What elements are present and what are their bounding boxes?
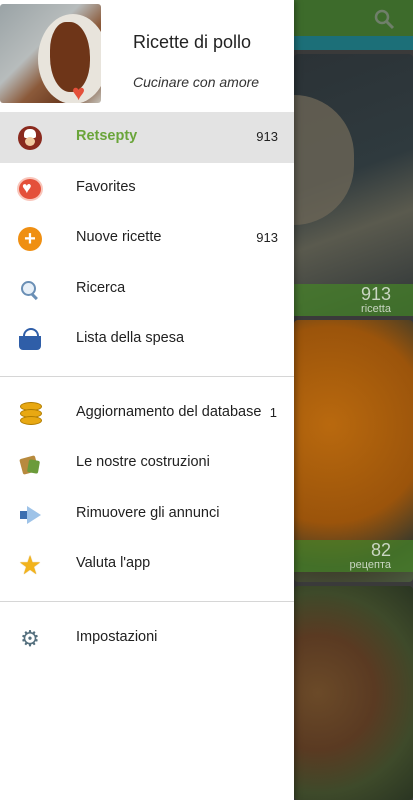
drawer-header: ♥ Ricette di pollo Cucinare con amore [0, 0, 294, 112]
menu-item-rate-app[interactable]: ★ Valuta l'app [0, 539, 294, 590]
divider [0, 600, 294, 602]
gear-icon: ⚙ [20, 625, 40, 651]
app-subtitle: Cucinare con amore [133, 74, 260, 90]
menu-item-shopping-list[interactable]: Lista della spesa [0, 314, 294, 365]
menu-item-label: Lista della spesa [76, 330, 185, 346]
megaphone-icon [17, 502, 43, 528]
menu-item-count: 913 [256, 230, 278, 245]
menu-item-label: Nuove ricette [76, 229, 162, 245]
search-icon [17, 277, 43, 303]
menu-item-label: Valuta l'app [76, 555, 151, 571]
menu-item-remove-ads[interactable]: Rimuovere gli annunci [0, 489, 294, 540]
basket-icon [17, 327, 43, 353]
menu-item-new-recipes[interactable]: + Nuove ricette 913 [0, 213, 294, 264]
header-image: ♥ [0, 4, 101, 103]
recipe-count-label: рецепта [349, 559, 391, 571]
menu-item-label: Retsepty [76, 128, 138, 144]
divider [0, 375, 294, 377]
recipe-count-label: ricetta [361, 303, 391, 315]
recipe-count: 913 [360, 284, 391, 304]
menu-item-label: Aggiornamento del database [76, 403, 262, 420]
drawer-menu: Retsepty 913 Favorites + Nuove ricette 9… [0, 112, 294, 663]
menu-item-count: 913 [256, 129, 278, 144]
menu-item-search[interactable]: Ricerca [0, 264, 294, 315]
star-icon: ★ [18, 550, 42, 580]
menu-item-our-apps[interactable]: Le nostre costruzioni [0, 438, 294, 489]
menu-item-label: Favorites [76, 178, 136, 195]
menu-item-favorites[interactable]: Favorites [0, 163, 294, 214]
heart-logo-icon: ♥ [72, 80, 86, 104]
menu-item-label: Rimuovere gli annunci [76, 504, 220, 521]
database-icon [17, 401, 43, 427]
toolbar-search-icon[interactable] [373, 8, 395, 30]
recipe-count-badge: 82 рецепта [294, 540, 413, 572]
menu-item-label: Impostazioni [76, 628, 158, 645]
heart-icon [17, 176, 43, 202]
plus-icon: + [17, 226, 43, 252]
navigation-drawer: ♥ Ricette di pollo Cucinare con amore Re… [0, 0, 294, 800]
menu-item-count: 1 [269, 404, 277, 420]
recipe-count: 82 [370, 540, 391, 560]
apps-icon [17, 451, 43, 477]
app-title: Ricette di pollo [133, 32, 252, 52]
menu-item-database-update[interactable]: Aggiornamento del database 1 [0, 388, 294, 439]
chef-icon [17, 125, 43, 151]
menu-item-settings[interactable]: ⚙ Impostazioni [0, 613, 294, 664]
menu-item-label: Le nostre costruzioni [76, 454, 210, 470]
recipe-count-badge: 913 ricetta [294, 284, 413, 316]
menu-item-label: Ricerca [76, 279, 126, 296]
recipe-card[interactable] [294, 586, 413, 800]
menu-item-recipes[interactable]: Retsepty 913 [0, 112, 294, 163]
